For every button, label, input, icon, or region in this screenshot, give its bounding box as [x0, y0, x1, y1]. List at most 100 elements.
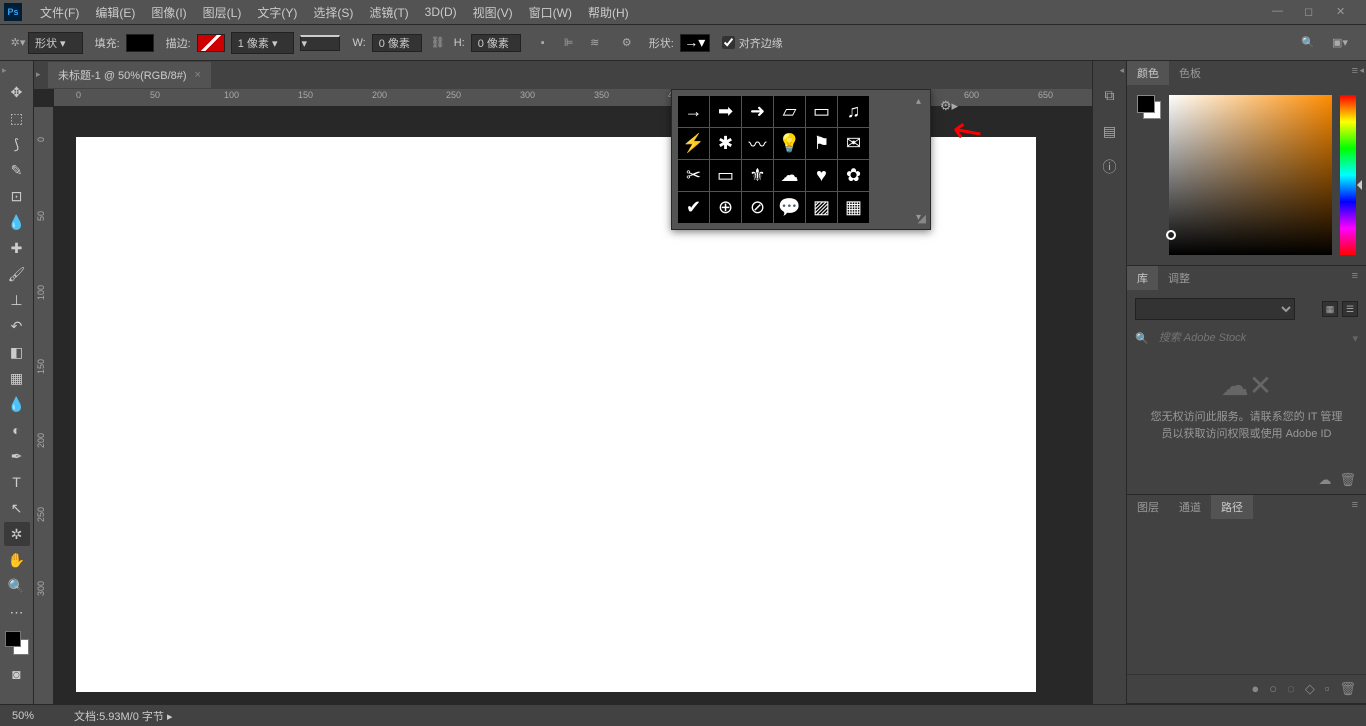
shape-cell[interactable]: ▭: [806, 96, 837, 127]
menu-help[interactable]: 帮助(H): [580, 0, 637, 25]
eyedropper-tool[interactable]: 💧: [4, 210, 30, 234]
shape-cell[interactable]: ♥: [806, 160, 837, 191]
shape-cell[interactable]: ✱: [710, 128, 741, 159]
stroke-style-select[interactable]: ▾: [300, 35, 340, 51]
shape-picker-gear-icon[interactable]: ⚙▸: [940, 98, 958, 114]
quick-mask-tool[interactable]: ◙: [4, 662, 30, 686]
zoom-level[interactable]: 50%: [12, 710, 34, 722]
shape-mode-select[interactable]: 形状 ▾: [28, 32, 83, 54]
shape-cell[interactable]: ▭: [710, 160, 741, 191]
lasso-tool[interactable]: ⟆: [4, 132, 30, 156]
shape-cell[interactable]: ✔: [678, 192, 709, 223]
shape-cell[interactable]: ⚡: [678, 128, 709, 159]
resize-handle-icon[interactable]: ◢: [918, 212, 926, 225]
shape-cell[interactable]: ▦: [838, 192, 869, 223]
search-icon[interactable]: 🔍: [1298, 33, 1318, 53]
library-select[interactable]: [1135, 298, 1295, 320]
history-brush-tool[interactable]: ↶: [4, 314, 30, 338]
close-icon[interactable]: ✕: [1336, 5, 1350, 19]
list-view-icon[interactable]: ☰: [1342, 301, 1358, 317]
color-tab[interactable]: 颜色: [1127, 61, 1169, 85]
stroke-width-select[interactable]: 1 像素 ▾: [231, 32, 295, 54]
trash-icon[interactable]: 🗑: [1339, 472, 1356, 488]
document-tab[interactable]: 未标题-1 @ 50%(RGB/8#) ×: [48, 62, 211, 88]
edit-toolbar[interactable]: ⋯: [4, 600, 30, 624]
hand-tool[interactable]: ✋: [4, 548, 30, 572]
maximize-icon[interactable]: ◻: [1304, 5, 1318, 19]
layers-panel-menu-icon[interactable]: ≡: [1344, 495, 1366, 519]
type-tool[interactable]: T: [4, 470, 30, 494]
toolbox-expand-icon[interactable]: ▸: [2, 65, 7, 76]
shape-cell[interactable]: ♫: [838, 96, 869, 127]
menu-view[interactable]: 视图(V): [465, 0, 521, 25]
new-path-icon[interactable]: ▫: [1325, 681, 1330, 697]
shape-cell[interactable]: ⚑: [806, 128, 837, 159]
scroll-up-icon[interactable]: ▴: [916, 96, 928, 107]
shape-cell[interactable]: 〰: [742, 128, 773, 159]
shape-cell[interactable]: ▨: [806, 192, 837, 223]
custom-shape-tool[interactable]: ✲: [4, 522, 30, 546]
adjust-tab[interactable]: 调整: [1158, 266, 1200, 290]
history-panel-icon[interactable]: ⧉: [1100, 85, 1120, 105]
shape-cell[interactable]: ➜: [742, 96, 773, 127]
crop-tool[interactable]: ⊡: [4, 184, 30, 208]
shape-scrollbar[interactable]: ▴ ▾: [916, 96, 928, 223]
shape-cell[interactable]: 💬: [774, 192, 805, 223]
workspace-icon[interactable]: ▣▾: [1330, 33, 1350, 53]
menu-edit[interactable]: 编辑(E): [87, 0, 143, 25]
gear-icon[interactable]: ⚙: [617, 33, 637, 53]
fill-swatch[interactable]: [126, 34, 154, 52]
shape-cell[interactable]: ⚜: [742, 160, 773, 191]
foreground-color[interactable]: [5, 631, 21, 647]
path-ops-icon[interactable]: ▪: [533, 33, 553, 53]
shape-cell[interactable]: →: [678, 96, 709, 127]
paths-tab[interactable]: 路径: [1211, 495, 1253, 519]
stroke-path-icon[interactable]: ○: [1269, 681, 1277, 697]
shape-cell[interactable]: ⊘: [742, 192, 773, 223]
paths-list[interactable]: [1127, 519, 1366, 674]
shape-cell[interactable]: ✉: [838, 128, 869, 159]
shape-cell[interactable]: 💡: [774, 128, 805, 159]
path-align-icon[interactable]: ⊫: [559, 33, 579, 53]
search-dropdown-icon[interactable]: ▾: [1352, 332, 1358, 345]
panel-color-swatches[interactable]: [1137, 95, 1161, 119]
shape-cell[interactable]: ➡: [710, 96, 741, 127]
channels-tab[interactable]: 通道: [1169, 495, 1211, 519]
cloud-sync-icon[interactable]: ☁: [1318, 472, 1331, 488]
quick-select-tool[interactable]: ✎: [4, 158, 30, 182]
library-panel-menu-icon[interactable]: ≡: [1344, 266, 1366, 290]
gradient-tool[interactable]: ▦: [4, 366, 30, 390]
brush-tool[interactable]: 🖌: [4, 262, 30, 286]
path-arrange-icon[interactable]: ≋: [585, 33, 605, 53]
menu-image[interactable]: 图像(I): [143, 0, 194, 25]
shape-cell[interactable]: ☁: [774, 160, 805, 191]
doc-info[interactable]: 文档:5.93M/0 字节 ▸: [74, 708, 172, 724]
color-field-marker[interactable]: [1166, 230, 1176, 240]
align-edges-checkbox[interactable]: 对齐边缘: [722, 35, 783, 51]
tab-close-icon[interactable]: ×: [195, 69, 201, 81]
menu-3d[interactable]: 3D(D): [417, 1, 465, 23]
menu-layer[interactable]: 图层(L): [195, 0, 250, 25]
panel-fg-color[interactable]: [1137, 95, 1155, 113]
load-selection-icon[interactable]: ◌: [1287, 681, 1295, 697]
mask-icon[interactable]: ◇: [1305, 681, 1315, 697]
align-edges-input[interactable]: [722, 36, 735, 49]
marquee-tool[interactable]: ⬚: [4, 106, 30, 130]
shape-cell[interactable]: ⊕: [710, 192, 741, 223]
pen-tool[interactable]: ✒: [4, 444, 30, 468]
dodge-tool[interactable]: ◐: [4, 418, 30, 442]
stamp-tool[interactable]: ⊥: [4, 288, 30, 312]
path-select-tool[interactable]: ↖: [4, 496, 30, 520]
hue-marker[interactable]: [1352, 180, 1362, 190]
strip-expand-icon[interactable]: ◂: [1119, 65, 1124, 76]
layers-tab[interactable]: 图层: [1127, 495, 1169, 519]
width-input[interactable]: [372, 34, 422, 52]
delete-path-icon[interactable]: 🗑: [1339, 681, 1356, 697]
ruler-vertical[interactable]: 050100150200250300: [34, 107, 54, 704]
ruler-horizontal[interactable]: 050100150200250300350400450500550600650: [54, 89, 1092, 107]
fill-path-icon[interactable]: ●: [1251, 681, 1259, 697]
link-wh-icon[interactable]: ⛓: [428, 33, 448, 53]
patch-tool[interactable]: ✚: [4, 236, 30, 260]
hue-slider[interactable]: [1340, 95, 1356, 255]
menu-window[interactable]: 窗口(W): [521, 0, 580, 25]
